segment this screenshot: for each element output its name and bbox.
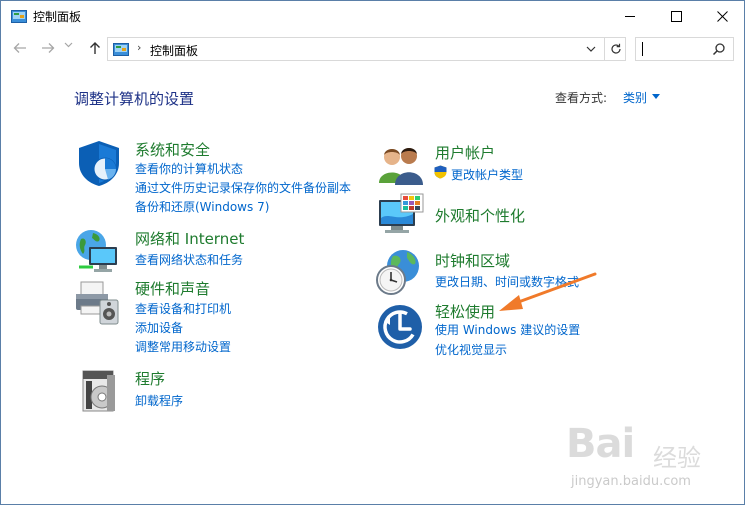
baidu-watermark-jingyan: 经验	[653, 444, 701, 472]
control-panel-window: 控制面板 › 控制面板 调整计算机的设置 查看方式: 类别 系统和安全 查看你的…	[0, 0, 745, 505]
baidu-watermark-logo: Bai	[566, 421, 635, 467]
baidu-watermark-url: jingyan.baidu.com	[571, 474, 691, 489]
